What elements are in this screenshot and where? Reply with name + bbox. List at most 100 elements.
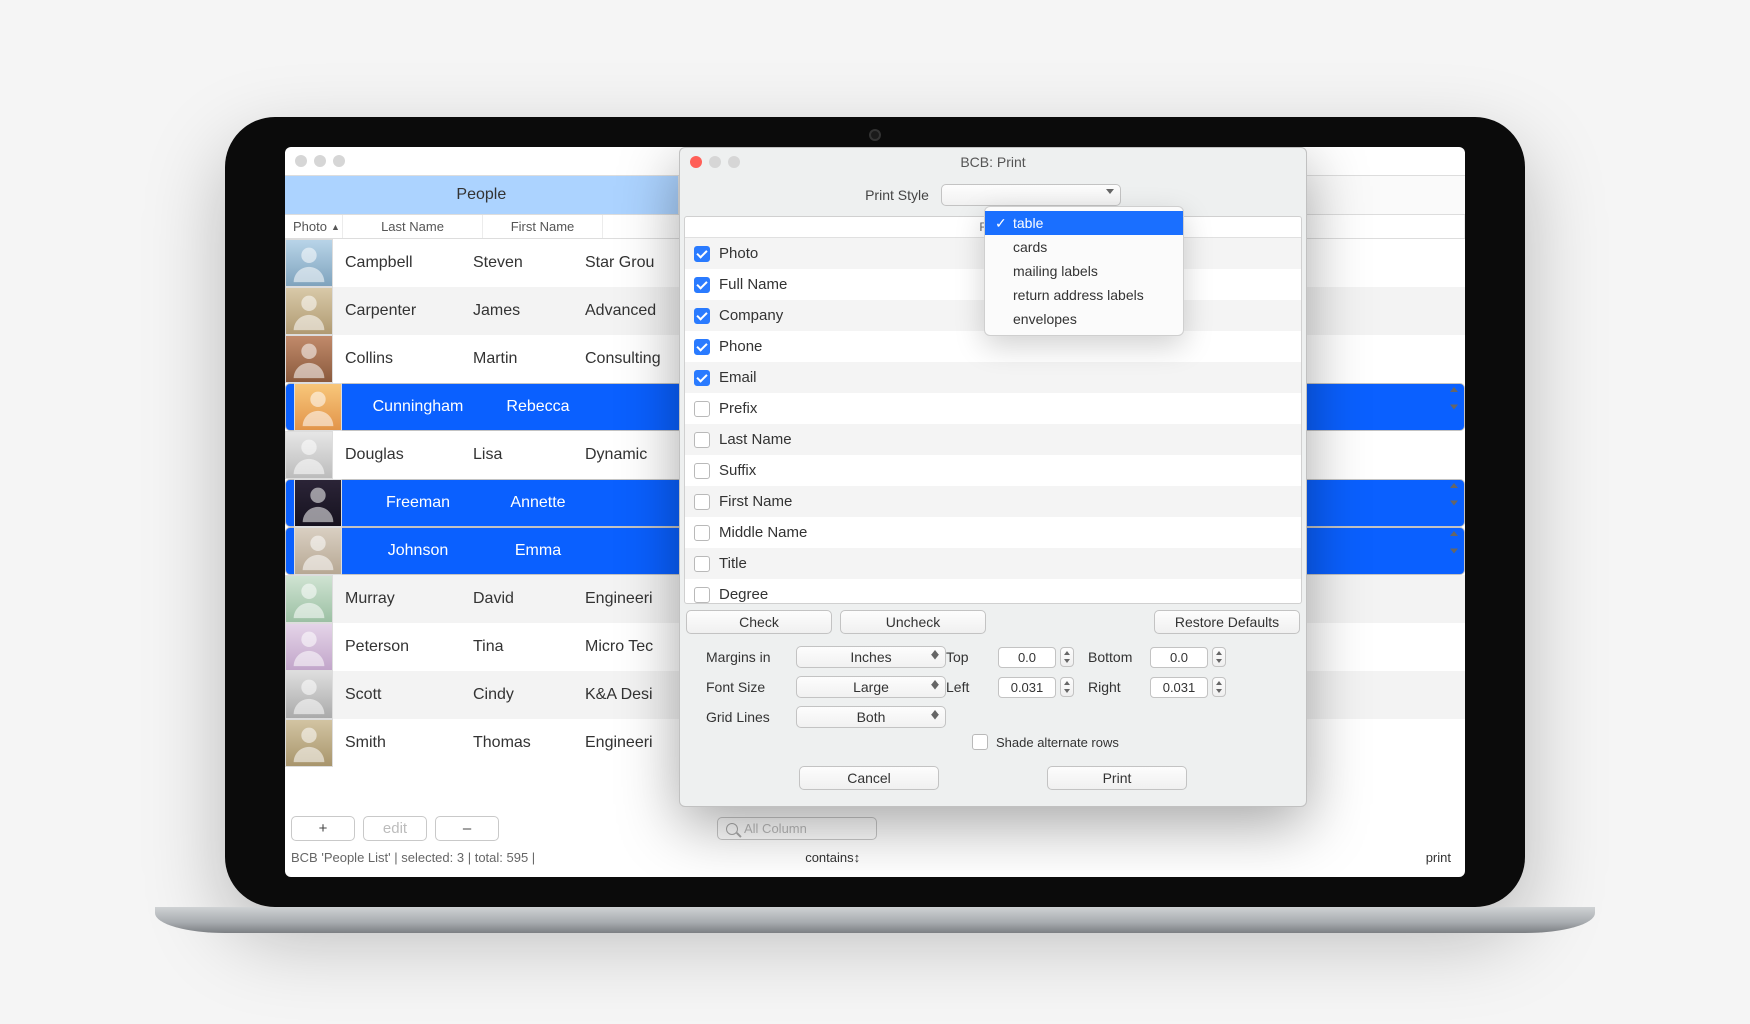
col-first-name[interactable]: First Name (483, 215, 603, 238)
menu-item-return-address-labels[interactable]: return address labels (985, 283, 1183, 307)
edit-button[interactable]: edit (363, 816, 427, 841)
field-row[interactable]: Email (685, 362, 1301, 393)
menu-item-table[interactable]: table (985, 211, 1183, 235)
field-row[interactable]: Title (685, 548, 1301, 579)
bottom-margin-stepper[interactable] (1212, 647, 1226, 667)
field-checkbox[interactable] (694, 432, 710, 448)
print-style-label: Print Style (865, 187, 929, 203)
bottom-margin-input[interactable]: 0.0 (1150, 647, 1208, 668)
cell-last-name: Cunningham (342, 398, 482, 416)
person-icon (295, 480, 341, 526)
field-row[interactable]: Suffix (685, 455, 1301, 486)
cell-first-name: Rebecca (482, 398, 594, 416)
field-row[interactable]: Last Name (685, 424, 1301, 455)
cell-first-name: David (473, 590, 585, 608)
dialog-title: BCB: Print (740, 154, 1246, 170)
print-dialog: BCB: Print Print Style tablecardsmailing… (679, 147, 1307, 807)
right-margin-input[interactable]: 0.031 (1150, 677, 1208, 698)
zoom-icon[interactable] (333, 155, 345, 167)
field-checkbox[interactable] (694, 587, 710, 603)
person-icon (286, 288, 332, 334)
avatar (285, 431, 333, 479)
dialog-close-icon[interactable] (690, 156, 702, 168)
avatar (285, 335, 333, 383)
top-margin-input[interactable]: 0.0 (998, 647, 1056, 668)
print-link[interactable]: print (1426, 850, 1451, 865)
field-checkbox[interactable] (694, 401, 710, 417)
print-style-bar: Print Style tablecardsmailing labelsretu… (680, 176, 1306, 216)
menu-item-mailing-labels[interactable]: mailing labels (985, 259, 1183, 283)
search-placeholder: All Column (744, 821, 807, 836)
field-name: First Name (719, 493, 792, 510)
search-input[interactable]: All Column (717, 817, 877, 840)
field-name: Title (719, 555, 747, 572)
field-row[interactable]: Prefix (685, 393, 1301, 424)
cell-first-name: Thomas (473, 734, 585, 752)
person-icon (286, 672, 332, 718)
close-icon[interactable] (295, 155, 307, 167)
cell-last-name: Scott (333, 686, 473, 704)
field-checkbox[interactable] (694, 525, 710, 541)
print-style-menu: tablecardsmailing labelsreturn address l… (984, 206, 1184, 336)
check-button[interactable]: Check (686, 610, 832, 634)
shade-checkbox[interactable] (972, 734, 988, 750)
person-icon (286, 720, 332, 766)
field-row[interactable]: Middle Name (685, 517, 1301, 548)
person-icon (295, 528, 341, 574)
grid-lines-select[interactable]: Both (796, 706, 946, 728)
print-settings: Margins in Inches Top 0.0 Bottom 0.0 Fon… (680, 640, 1306, 728)
field-checkbox[interactable] (694, 339, 710, 355)
field-row[interactable]: First Name (685, 486, 1301, 517)
avatar (294, 479, 342, 527)
cancel-button[interactable]: Cancel (799, 766, 939, 790)
field-checkbox[interactable] (694, 556, 710, 572)
avatar (285, 623, 333, 671)
top-margin-stepper[interactable] (1060, 647, 1074, 667)
cell-last-name: Campbell (333, 254, 473, 272)
print-style-select[interactable] (941, 184, 1121, 206)
dialog-zoom-icon[interactable] (728, 156, 740, 168)
avatar (285, 719, 333, 767)
field-name: Last Name (719, 431, 792, 448)
cell-last-name: Smith (333, 734, 473, 752)
cell-first-name: Emma (482, 542, 594, 560)
menu-item-cards[interactable]: cards (985, 235, 1183, 259)
tab-people[interactable]: People (285, 176, 679, 214)
right-margin-stepper[interactable] (1212, 677, 1226, 697)
shade-row: Shade alternate rows (680, 728, 1306, 750)
field-checkbox[interactable] (694, 494, 710, 510)
field-checkbox[interactable] (694, 308, 710, 324)
field-checkbox[interactable] (694, 463, 710, 479)
print-button[interactable]: Print (1047, 766, 1187, 790)
cell-first-name: Cindy (473, 686, 585, 704)
col-last-name[interactable]: Last Name (343, 215, 483, 238)
avatar (285, 287, 333, 335)
field-checkbox[interactable] (694, 246, 710, 262)
restore-defaults-button[interactable]: Restore Defaults (1154, 610, 1300, 634)
shade-label: Shade alternate rows (996, 735, 1119, 750)
dialog-actions: Cancel Print (680, 750, 1306, 806)
left-margin-stepper[interactable] (1060, 677, 1074, 697)
cell-first-name: Lisa (473, 446, 585, 464)
menu-item-envelopes[interactable]: envelopes (985, 307, 1183, 331)
status-text: BCB 'People List' | selected: 3 | total:… (291, 850, 535, 865)
person-icon (286, 624, 332, 670)
field-checkbox[interactable] (694, 370, 710, 386)
uncheck-button[interactable]: Uncheck (840, 610, 986, 634)
minimize-icon[interactable] (314, 155, 326, 167)
add-button[interactable]: + (291, 816, 355, 841)
cell-first-name: Steven (473, 254, 585, 272)
filter-mode[interactable]: contains↕ (805, 850, 860, 865)
field-checkbox[interactable] (694, 277, 710, 293)
field-name: Degree (719, 586, 768, 603)
cell-first-name: Annette (482, 494, 594, 512)
status-bar: BCB 'People List' | selected: 3 | total:… (291, 850, 1459, 865)
left-margin-input[interactable]: 0.031 (998, 677, 1056, 698)
font-size-select[interactable]: Large (796, 676, 946, 698)
field-row[interactable]: Degree (685, 579, 1301, 604)
remove-button[interactable]: – (435, 816, 499, 841)
dialog-minimize-icon[interactable] (709, 156, 721, 168)
search-icon (726, 823, 738, 835)
col-photo[interactable]: Photo▲ (285, 215, 343, 238)
margins-unit-select[interactable]: Inches (796, 646, 946, 668)
